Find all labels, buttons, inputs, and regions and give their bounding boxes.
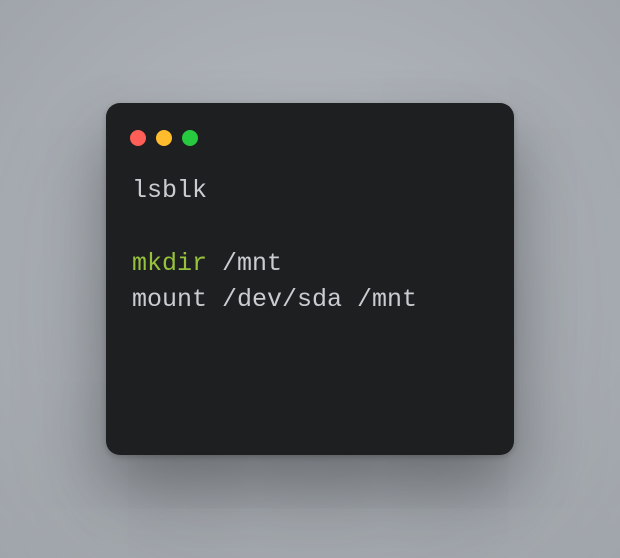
close-icon[interactable] bbox=[130, 130, 146, 146]
minimize-icon[interactable] bbox=[156, 130, 172, 146]
terminal-window: lsblk mkdir /mnt mount /dev/sda /mnt bbox=[106, 103, 514, 455]
terminal-blank-line bbox=[132, 212, 147, 241]
terminal-body[interactable]: lsblk mkdir /mnt mount /dev/sda /mnt bbox=[106, 151, 514, 340]
terminal-arg: /mnt bbox=[207, 249, 282, 278]
titlebar bbox=[106, 103, 514, 151]
zoom-icon[interactable] bbox=[182, 130, 198, 146]
terminal-line: lsblk bbox=[132, 176, 207, 205]
terminal-keyword: mkdir bbox=[132, 249, 207, 278]
terminal-line: mount /dev/sda /mnt bbox=[132, 285, 417, 314]
